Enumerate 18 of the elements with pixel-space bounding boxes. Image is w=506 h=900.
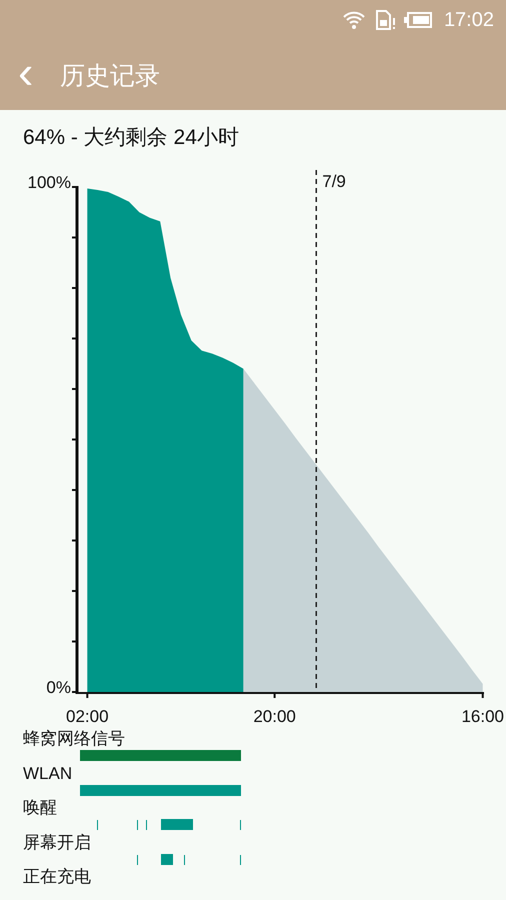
y-tick-label: 100% bbox=[28, 173, 71, 192]
date-label: 7/9 bbox=[322, 172, 346, 191]
track-label: 蜂窝网络信号 bbox=[23, 728, 126, 750]
track-label: 唤醒 bbox=[23, 797, 58, 819]
battery-summary: 64% - 大约剩余 24小时 bbox=[22, 125, 240, 151]
x-tick-label: 20:00 bbox=[253, 707, 296, 726]
sim-card-icon bbox=[374, 9, 396, 31]
page-title: 历史记录 bbox=[60, 60, 160, 92]
battery-icon bbox=[404, 12, 432, 28]
x-tick-label: 02:00 bbox=[66, 707, 109, 726]
wifi-icon bbox=[342, 9, 366, 31]
track-label: 屏幕开启 bbox=[23, 832, 92, 854]
track-label: 正在充电 bbox=[23, 866, 92, 888]
track-label: WLAN bbox=[23, 762, 74, 784]
y-tick-label: 0% bbox=[46, 678, 71, 697]
back-button[interactable]: ‹ bbox=[18, 52, 54, 98]
clock: 17:02 bbox=[444, 8, 494, 32]
x-tick-label: 16:00 bbox=[461, 707, 504, 726]
